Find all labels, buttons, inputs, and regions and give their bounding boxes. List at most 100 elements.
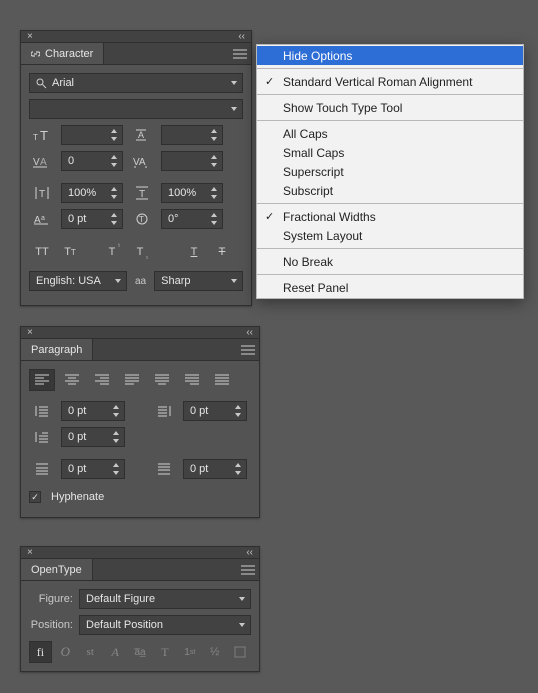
discretionary-lig-button[interactable]: st (79, 641, 102, 663)
font-style-selector[interactable] (29, 99, 243, 119)
leading-input[interactable] (161, 125, 223, 145)
indent-left-icon (29, 401, 55, 421)
justify-left-button[interactable] (119, 369, 145, 391)
tracking-input[interactable] (161, 151, 223, 171)
font-family-selector[interactable]: Arial (29, 73, 243, 93)
underline-button[interactable]: T (181, 241, 207, 263)
rotation-input[interactable]: 0° (161, 209, 223, 229)
character-panel: × ‹‹ Character Arial (20, 30, 252, 306)
subscript-button[interactable]: T₁ (127, 241, 153, 263)
tab-paragraph[interactable]: Paragraph (21, 339, 93, 360)
panel-titlebar[interactable]: × ‹‹ (21, 327, 259, 339)
all-caps-button[interactable]: TT (29, 241, 55, 263)
strikethrough-button[interactable]: T (209, 241, 235, 263)
justify-all-button[interactable] (209, 369, 235, 391)
vscale-input[interactable]: 100% (61, 183, 123, 203)
indent-right-input[interactable]: 0 pt (183, 401, 247, 421)
collapse-icon[interactable]: ‹‹ (240, 547, 259, 558)
antialias-selector[interactable]: Sharp (154, 271, 243, 291)
panel-menu-button[interactable] (237, 339, 259, 360)
search-icon (36, 78, 47, 89)
indent-right-icon (151, 401, 177, 421)
menu-item[interactable]: Small Caps (257, 143, 523, 162)
baseline-icon: Aa (29, 209, 55, 229)
fractions-button[interactable]: ½ (203, 641, 226, 663)
menu-item[interactable]: System Layout (257, 226, 523, 245)
menu-item[interactable]: Show Touch Type Tool (257, 98, 523, 117)
align-center-button[interactable] (59, 369, 85, 391)
justify-center-button[interactable] (149, 369, 175, 391)
ligatures-button[interactable]: fi (29, 641, 52, 663)
swash-button[interactable]: A (104, 641, 127, 663)
menu-item[interactable]: ✓Fractional Widths (257, 207, 523, 226)
menu-item[interactable]: Superscript (257, 162, 523, 181)
stylistic-alt-button[interactable]: a̅a̲ (129, 641, 152, 663)
justify-right-button[interactable] (179, 369, 205, 391)
hscale-input[interactable]: 100% (161, 183, 223, 203)
small-caps-button[interactable]: TT (57, 241, 83, 263)
tracking-icon: VA (129, 151, 155, 171)
tab-character[interactable]: Character (21, 43, 104, 64)
panel-menu-button[interactable] (237, 559, 259, 580)
position-selector[interactable]: Default Position (79, 615, 251, 635)
tab-label: Character (45, 48, 93, 60)
panel-titlebar[interactable]: × ‹‹ (21, 547, 259, 559)
rotation-icon: T (129, 209, 155, 229)
align-left-button[interactable] (29, 369, 55, 391)
baseline-input[interactable]: 0 pt (61, 209, 123, 229)
svg-text:V: V (33, 157, 40, 168)
opentype-panel: × ‹‹ OpenType Figure: Default Figure Pos… (20, 546, 260, 672)
indent-left-input[interactable]: 0 pt (61, 401, 125, 421)
tab-label: Paragraph (31, 344, 82, 356)
space-before-icon (29, 459, 55, 479)
menu-item[interactable]: No Break (257, 252, 523, 271)
panel-titlebar[interactable]: × ‹‹ (21, 31, 251, 43)
kerning-input[interactable]: 0 (61, 151, 123, 171)
svg-text:T: T (139, 215, 144, 224)
collapse-icon[interactable]: ‹‹ (240, 327, 259, 338)
kerning-icon: VA (29, 151, 55, 171)
space-after-input[interactable]: 0 pt (183, 459, 247, 479)
close-icon[interactable]: × (21, 31, 39, 42)
hscale-icon: T (129, 183, 155, 203)
superscript-button[interactable]: T¹ (99, 241, 125, 263)
align-right-button[interactable] (89, 369, 115, 391)
hyphenate-label: Hyphenate (51, 491, 104, 503)
svg-text:T: T (39, 189, 45, 200)
figure-selector[interactable]: Default Figure (79, 589, 251, 609)
menu-item[interactable]: All Caps (257, 124, 523, 143)
panel-menu-button[interactable] (229, 43, 251, 64)
close-icon[interactable]: × (21, 547, 39, 558)
svg-text:VA: VA (133, 157, 146, 168)
menu-item[interactable]: Subscript (257, 181, 523, 200)
ordinals-button[interactable]: 1st (178, 641, 201, 663)
contextual-alt-button[interactable]: O (54, 641, 77, 663)
svg-text:a: a (41, 215, 45, 222)
space-before-input[interactable]: 0 pt (61, 459, 125, 479)
menu-item[interactable]: Reset Panel (257, 278, 523, 297)
font-size-input[interactable] (61, 125, 123, 145)
hyphenate-checkbox[interactable]: ✓ (29, 491, 41, 503)
svg-text:T: T (33, 133, 38, 142)
collapse-icon[interactable]: ‹‹ (232, 31, 251, 42)
opentype-feature-buttons: fi O st A a̅a̲ T 1st ½ (29, 641, 251, 663)
vscale-icon: T (29, 183, 55, 203)
menu-item[interactable]: Hide Options (257, 46, 523, 65)
titling-alt-button[interactable]: T (153, 641, 176, 663)
svg-text:A: A (138, 130, 144, 140)
caps-buttons: TT TT T¹ T₁ T T (29, 241, 243, 263)
close-icon[interactable]: × (21, 327, 39, 338)
position-label: Position: (29, 619, 73, 631)
svg-text:T: T (40, 128, 48, 142)
panel-tabs: Character (21, 43, 251, 65)
font-family-value: Arial (52, 77, 74, 89)
stylistic-sets-button[interactable] (228, 641, 251, 663)
paragraph-panel: × ‹‹ Paragraph 0 pt 0 pt (20, 326, 260, 518)
tab-opentype[interactable]: OpenType (21, 559, 93, 580)
language-selector[interactable]: English: USA (29, 271, 127, 291)
svg-text:A: A (40, 157, 47, 168)
panel-options-menu: Hide Options ✓Standard Vertical Roman Ali… (256, 44, 524, 299)
menu-item[interactable]: ✓Standard Vertical Roman Alignment (257, 72, 523, 91)
first-line-input[interactable]: 0 pt (61, 427, 125, 447)
panel-tabs: Paragraph (21, 339, 259, 361)
